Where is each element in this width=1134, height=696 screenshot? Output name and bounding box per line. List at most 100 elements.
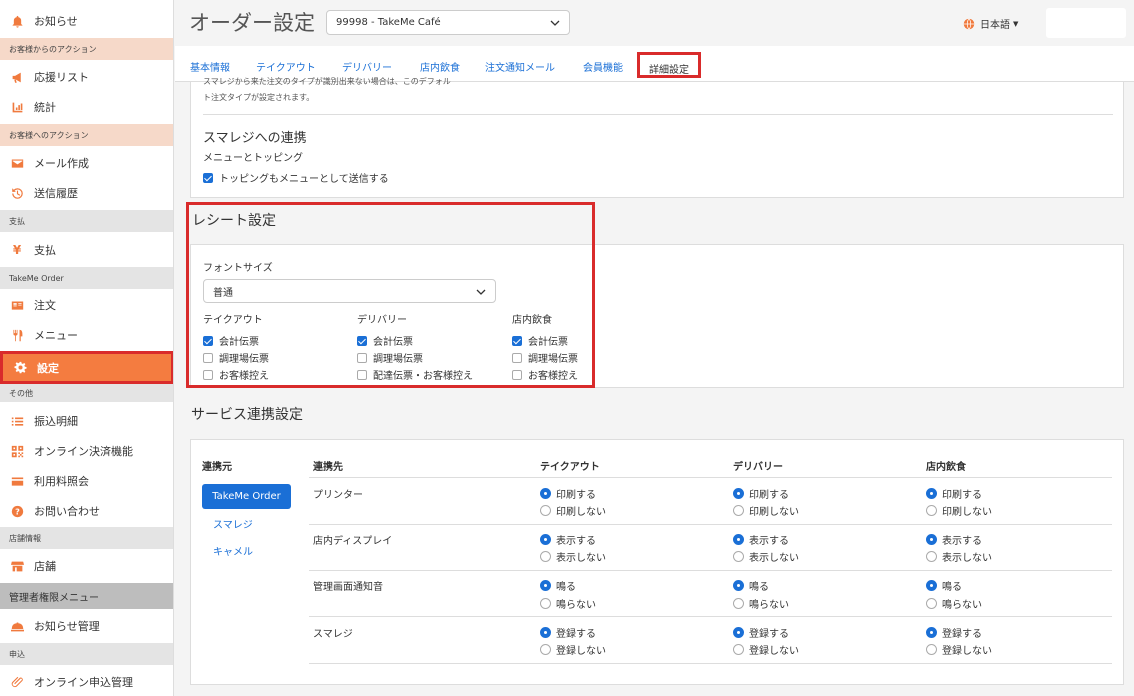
takeout-accounting-slip-checkbox[interactable]: 会計伝票: [203, 333, 259, 348]
radio-selected[interactable]: [540, 488, 551, 499]
radio-selected[interactable]: [733, 534, 744, 545]
sidebar-item-orders[interactable]: 注文: [0, 290, 173, 320]
smaregi-delivery-off-radio[interactable]: 登録しない: [733, 642, 799, 657]
display-takeout-off-radio[interactable]: 表示しない: [540, 549, 606, 564]
sidebar-item-store[interactable]: 店舗: [0, 551, 173, 581]
printer-delivery-on-radio[interactable]: 印刷する: [733, 486, 789, 501]
radio-unselected[interactable]: [926, 505, 937, 516]
language-dropdown[interactable]: 日本語 ▼: [963, 16, 1018, 31]
checkbox-unchecked[interactable]: [357, 352, 367, 363]
checkbox-checked[interactable]: [357, 335, 367, 346]
printer-dinein-off-radio[interactable]: 印刷しない: [926, 503, 992, 518]
checkbox-unchecked[interactable]: [357, 369, 367, 380]
printer-takeout-off-radio[interactable]: 印刷しない: [540, 503, 606, 518]
tab-order-notify-mail[interactable]: 注文通知メール: [485, 59, 555, 74]
tab-advanced-settings[interactable]: 詳細設定: [637, 52, 701, 78]
sidebar-item-contact[interactable]: ? お問い合わせ: [0, 496, 173, 526]
radio-unselected[interactable]: [733, 598, 744, 609]
radio-unselected[interactable]: [540, 505, 551, 516]
delivery-accounting-slip-checkbox[interactable]: 会計伝票: [357, 333, 413, 348]
sidebar-item-send-history[interactable]: 送信履歴: [0, 178, 173, 208]
sidebar-item-stats[interactable]: 統計: [0, 92, 173, 122]
source-camel-link[interactable]: キャメル: [213, 543, 253, 558]
sidebar-item-mail-compose[interactable]: メール作成: [0, 148, 173, 178]
sidebar-item-news[interactable]: お知らせ: [0, 6, 173, 36]
smaregi-takeout-on-radio[interactable]: 登録する: [540, 625, 596, 640]
smaregi-dinein-on-radio[interactable]: 登録する: [926, 625, 982, 640]
tab-delivery[interactable]: デリバリー: [342, 59, 392, 74]
checkbox-unchecked[interactable]: [203, 369, 213, 380]
tab-dine-in[interactable]: 店内飲食: [420, 59, 460, 74]
takeout-customer-copy-checkbox[interactable]: お客様控え: [203, 367, 269, 382]
smaregi-delivery-on-radio[interactable]: 登録する: [733, 625, 789, 640]
radio-selected[interactable]: [540, 627, 551, 638]
radio-unselected[interactable]: [540, 644, 551, 655]
dinein-customer-copy-checkbox[interactable]: お客様控え: [512, 367, 578, 382]
radio-unselected[interactable]: [540, 598, 551, 609]
sidebar-item-label: 支払: [34, 244, 56, 257]
sound-takeout-off-radio[interactable]: 鳴らない: [540, 596, 596, 611]
source-smaregi-link[interactable]: スマレジ: [213, 516, 253, 531]
radio-unselected[interactable]: [926, 551, 937, 562]
radio-selected[interactable]: [926, 580, 937, 591]
display-dinein-off-radio[interactable]: 表示しない: [926, 549, 992, 564]
smaregi-takeout-off-radio[interactable]: 登録しない: [540, 642, 606, 657]
sidebar-item-payment[interactable]: ¥ 支払: [0, 235, 173, 265]
source-takeme-order-button[interactable]: TakeMe Order: [202, 484, 291, 509]
dinein-kitchen-slip-checkbox[interactable]: 調理場伝票: [512, 350, 578, 365]
radio-selected[interactable]: [926, 488, 937, 499]
radio-selected[interactable]: [926, 534, 937, 545]
sound-delivery-off-radio[interactable]: 鳴らない: [733, 596, 789, 611]
checkbox-unchecked[interactable]: [203, 352, 213, 363]
delivery-slip-customer-copy-checkbox[interactable]: 配達伝票・お客様控え: [357, 367, 473, 382]
display-dinein-on-radio[interactable]: 表示する: [926, 532, 982, 547]
printer-takeout-on-radio[interactable]: 印刷する: [540, 486, 596, 501]
dinein-accounting-slip-checkbox[interactable]: 会計伝票: [512, 333, 568, 348]
checkbox-unchecked[interactable]: [512, 352, 522, 363]
radio-unselected[interactable]: [926, 598, 937, 609]
radio-unselected[interactable]: [926, 644, 937, 655]
sidebar-item-support-list[interactable]: 応援リスト: [0, 62, 173, 92]
radio-selected[interactable]: [540, 534, 551, 545]
sound-dinein-off-radio[interactable]: 鳴らない: [926, 596, 982, 611]
radio-selected[interactable]: [733, 580, 744, 591]
takeout-kitchen-slip-checkbox[interactable]: 調理場伝票: [203, 350, 269, 365]
smaregi-dinein-off-radio[interactable]: 登録しない: [926, 642, 992, 657]
radio-selected[interactable]: [540, 580, 551, 591]
radio-unselected[interactable]: [540, 551, 551, 562]
printer-dinein-on-radio[interactable]: 印刷する: [926, 486, 982, 501]
store-select[interactable]: 99998 - TakeMe Café: [326, 10, 570, 35]
sidebar-item-transfer[interactable]: 振込明細: [0, 406, 173, 436]
sidebar-item-fee-inquiry[interactable]: 利用料照会: [0, 466, 173, 496]
sidebar-item-settings[interactable]: 設定: [0, 351, 173, 384]
radio-selected[interactable]: [733, 627, 744, 638]
checkbox-checked[interactable]: [203, 335, 213, 346]
radio-unselected[interactable]: [733, 551, 744, 562]
sidebar-item-news-admin[interactable]: お知らせ管理: [0, 611, 173, 641]
checkbox-unchecked[interactable]: [512, 369, 522, 380]
sound-dinein-on-radio[interactable]: 鳴る: [926, 578, 962, 593]
sidebar-item-online-payment[interactable]: オンライン決済機能: [0, 436, 173, 466]
display-takeout-on-radio[interactable]: 表示する: [540, 532, 596, 547]
radio-label: 登録しない: [942, 646, 992, 657]
radio-selected[interactable]: [733, 488, 744, 499]
user-menu[interactable]: [1046, 8, 1126, 38]
display-delivery-off-radio[interactable]: 表示しない: [733, 549, 799, 564]
radio-unselected[interactable]: [733, 644, 744, 655]
tab-basic-info[interactable]: 基本情報: [190, 59, 230, 74]
font-size-select[interactable]: 普通: [203, 279, 496, 303]
sound-delivery-on-radio[interactable]: 鳴る: [733, 578, 769, 593]
tab-membership[interactable]: 会員機能: [583, 59, 623, 74]
printer-delivery-off-radio[interactable]: 印刷しない: [733, 503, 799, 518]
sidebar-item-online-application[interactable]: オンライン申込管理: [0, 667, 173, 696]
checkbox-checked[interactable]: [203, 172, 213, 183]
radio-unselected[interactable]: [733, 505, 744, 516]
delivery-kitchen-slip-checkbox[interactable]: 調理場伝票: [357, 350, 423, 365]
tab-takeout[interactable]: テイクアウト: [256, 59, 316, 74]
radio-selected[interactable]: [926, 627, 937, 638]
display-delivery-on-radio[interactable]: 表示する: [733, 532, 789, 547]
topping-as-menu-checkbox[interactable]: トッピングもメニューとして送信する: [203, 170, 389, 185]
sound-takeout-on-radio[interactable]: 鳴る: [540, 578, 576, 593]
sidebar-item-menu[interactable]: メニュー: [0, 320, 173, 350]
checkbox-checked[interactable]: [512, 335, 522, 346]
